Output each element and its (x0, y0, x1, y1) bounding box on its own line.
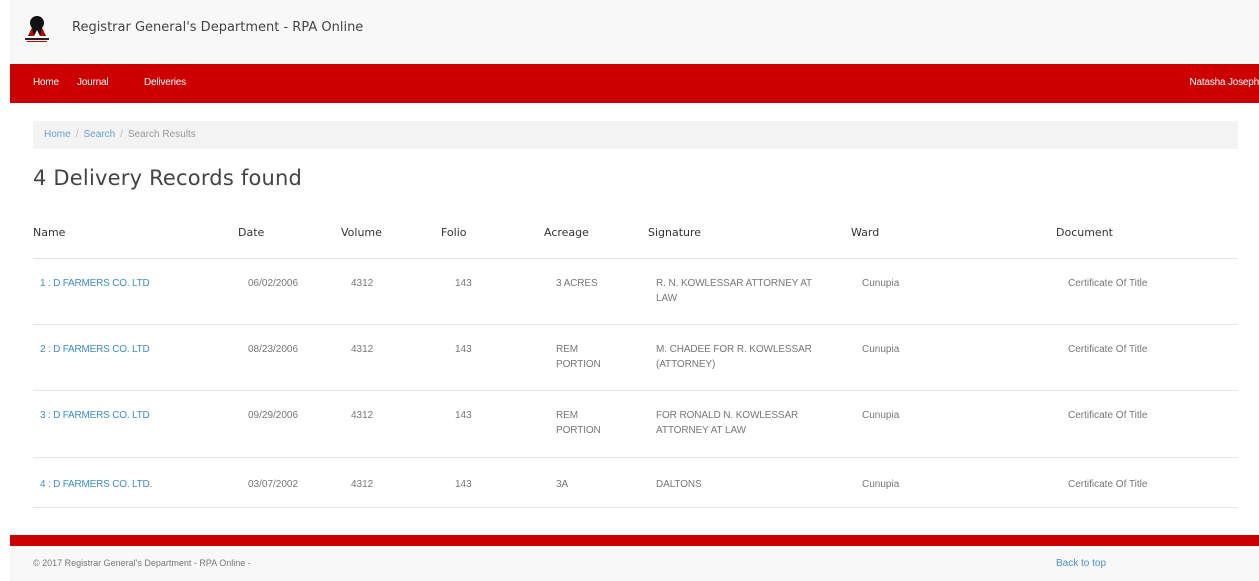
record-acreage: PORTION (556, 359, 601, 370)
record-document: Certificate Of Title (1068, 479, 1148, 490)
record-signature: DALTONS (656, 479, 702, 490)
record-acreage: REM (556, 410, 578, 421)
record-name-link[interactable]: 1 : D FARMERS CO. LTD (40, 276, 150, 291)
table-divider (33, 507, 1238, 508)
user-menu[interactable]: Natasha Joseph (1190, 77, 1259, 88)
record-ward: Cunupia (862, 344, 900, 355)
column-header-signature: Signature (648, 226, 702, 239)
nav-home-link[interactable]: Home (33, 77, 59, 88)
record-acreage: PORTION (556, 425, 601, 436)
copyright-text: © 2017 Registrar General's Department - … (33, 558, 251, 568)
footer-accent-bar (10, 535, 1259, 546)
table-divider (33, 457, 1238, 458)
record-document: Certificate Of Title (1068, 278, 1148, 289)
record-name-link[interactable]: 2 : D FARMERS CO. LTD (40, 342, 150, 357)
department-logo-icon[interactable] (24, 14, 50, 46)
record-signature: M. CHADEE FOR R. KOWLESSAR (656, 344, 812, 355)
site-header: Registrar General's Department - RPA Onl… (10, 0, 1259, 64)
record-date: 06/02/2006 (248, 278, 299, 289)
record-folio: 143 (455, 344, 472, 355)
record-volume: 4312 (351, 344, 374, 355)
main-navbar: Home Journal Deliveries Natasha Joseph (10, 64, 1259, 103)
column-header-acreage: Acreage (544, 226, 589, 239)
record-signature: R. N. KOWLESSAR ATTORNEY AT (656, 278, 813, 289)
nav-deliveries-link[interactable]: Deliveries (144, 77, 186, 88)
record-document: Certificate Of Title (1068, 344, 1148, 355)
record-name-link[interactable]: 3 : D FARMERS CO. LTD (40, 408, 150, 423)
record-folio: 143 (455, 479, 472, 490)
record-ward: Cunupia (862, 410, 900, 421)
breadcrumb-current: Search Results (127, 129, 196, 140)
back-to-top-link[interactable]: Back to top (1056, 558, 1106, 569)
record-ward: Cunupia (862, 278, 900, 289)
record-signature: FOR RONALD N. KOWLESSAR (656, 410, 799, 421)
record-date: 03/07/2002 (248, 479, 299, 490)
record-volume: 4312 (351, 410, 374, 421)
page-title: 4 Delivery Records found (33, 166, 303, 190)
nav-journal-link[interactable]: Journal (77, 77, 109, 88)
site-footer: © 2017 Registrar General's Department - … (10, 546, 1259, 581)
record-ward: Cunupia (862, 479, 900, 490)
record-date: 08/23/2006 (248, 344, 299, 355)
record-folio: 143 (455, 410, 472, 421)
record-signature: LAW (656, 293, 677, 304)
record-acreage: 3 ACRES (556, 278, 598, 289)
record-volume: 4312 (351, 479, 374, 490)
breadcrumb-search-link[interactable]: Search (83, 129, 115, 140)
breadcrumb: Home / Search / Search Results (33, 121, 1238, 149)
record-folio: 143 (455, 278, 472, 289)
column-header-folio: Folio (441, 226, 467, 239)
record-date: 09/29/2006 (248, 410, 299, 421)
table-divider (33, 390, 1238, 391)
site-title[interactable]: Registrar General's Department - RPA Onl… (72, 20, 363, 35)
column-header-document: Document (1056, 226, 1113, 239)
record-signature: (ATTORNEY) (656, 359, 716, 370)
breadcrumb-separator: / (120, 129, 123, 140)
column-header-ward: Ward (851, 226, 880, 239)
record-acreage: 3A (556, 479, 569, 490)
record-document: Certificate Of Title (1068, 410, 1148, 421)
breadcrumb-home-link[interactable]: Home (44, 129, 71, 140)
column-header-date: Date (238, 226, 265, 239)
record-acreage: REM (556, 344, 578, 355)
table-divider (33, 258, 1238, 259)
column-header-name: Name (33, 226, 66, 239)
table-divider (33, 324, 1238, 325)
column-header-volume: Volume (341, 226, 382, 239)
breadcrumb-separator: / (75, 129, 79, 140)
record-signature: ATTORNEY AT LAW (656, 425, 747, 436)
record-volume: 4312 (351, 278, 374, 289)
record-name-link[interactable]: 4 : D FARMERS CO. LTD. (40, 477, 152, 492)
